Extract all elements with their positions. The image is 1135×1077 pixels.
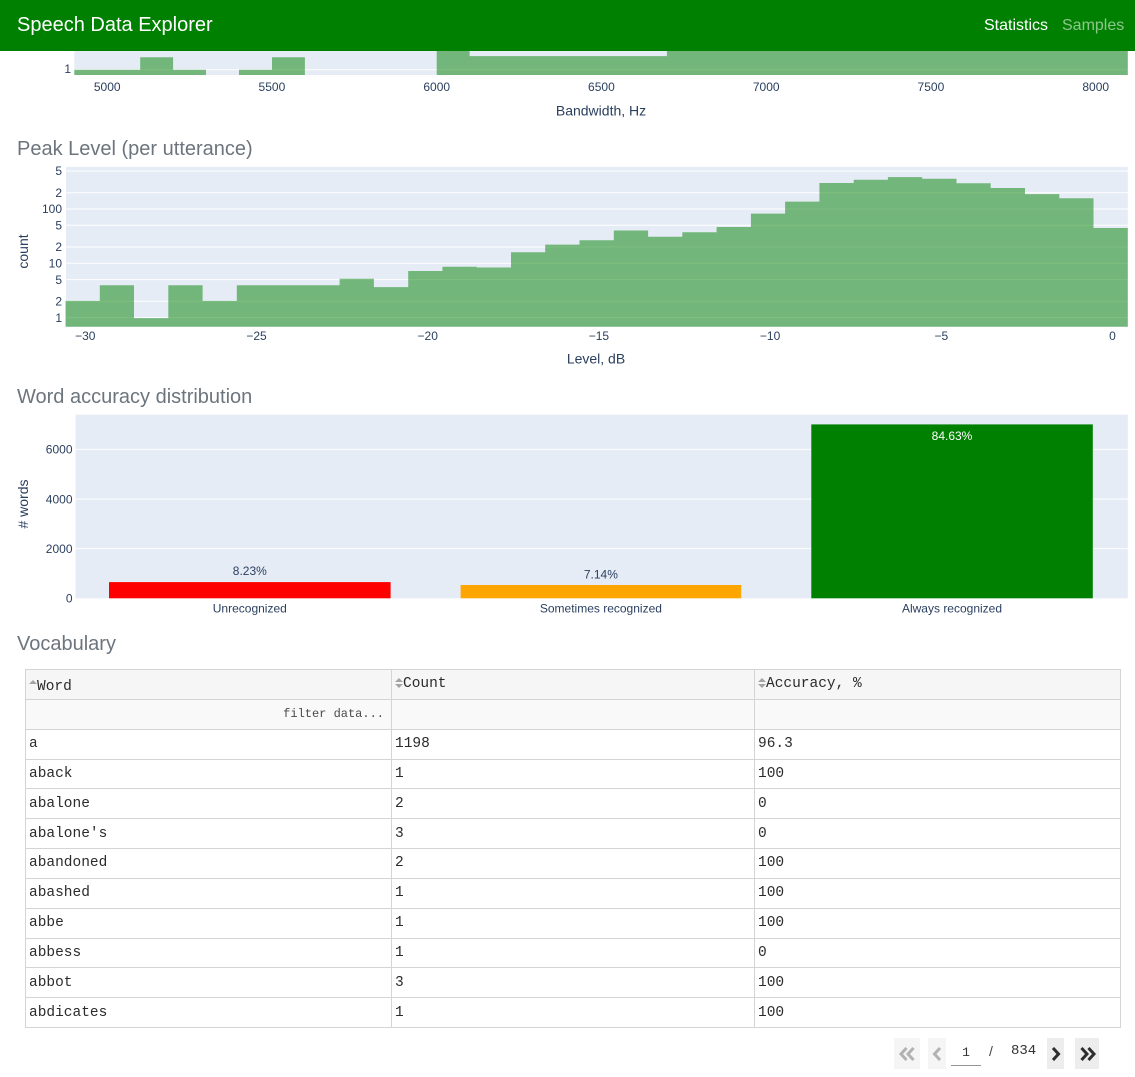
svg-text:5: 5: [55, 164, 62, 178]
svg-text:6000: 6000: [46, 443, 73, 457]
svg-text:2: 2: [55, 186, 62, 200]
svg-text:8000: 8000: [1082, 80, 1109, 94]
svg-text:6500: 6500: [588, 80, 615, 94]
svg-text:−5: −5: [934, 329, 948, 343]
svg-text:5000: 5000: [94, 80, 121, 94]
svg-text:−25: −25: [246, 329, 267, 343]
svg-text:2: 2: [55, 295, 62, 309]
svg-text:Level, dB: Level, dB: [567, 350, 625, 366]
svg-text:2000: 2000: [46, 542, 73, 556]
svg-text:Always recognized: Always recognized: [902, 601, 1002, 615]
svg-text:−20: −20: [418, 329, 439, 343]
svg-text:0: 0: [1109, 329, 1116, 343]
svg-text:count: count: [15, 234, 31, 268]
svg-text:−15: −15: [589, 329, 610, 343]
svg-text:Bandwidth, Hz: Bandwidth, Hz: [556, 103, 646, 119]
svg-text:1: 1: [55, 311, 62, 325]
svg-text:10: 10: [49, 257, 63, 271]
svg-text:6000: 6000: [423, 80, 450, 94]
svg-text:0: 0: [66, 592, 73, 606]
svg-text:7000: 7000: [753, 80, 780, 94]
svg-text:8.23%: 8.23%: [233, 564, 267, 578]
svg-text:# words: # words: [15, 479, 31, 528]
svg-text:84.63%: 84.63%: [932, 429, 973, 443]
svg-text:2: 2: [55, 240, 62, 254]
svg-text:4000: 4000: [46, 492, 73, 506]
svg-text:7.14%: 7.14%: [584, 568, 618, 582]
svg-text:7500: 7500: [918, 80, 945, 94]
svg-text:5: 5: [55, 273, 62, 287]
svg-text:100: 100: [42, 202, 62, 216]
svg-text:5: 5: [55, 219, 62, 233]
svg-text:5500: 5500: [259, 80, 286, 94]
svg-text:Unrecognized: Unrecognized: [213, 601, 287, 615]
svg-text:1: 1: [64, 62, 71, 76]
svg-text:−10: −10: [760, 329, 781, 343]
svg-text:−30: −30: [75, 329, 96, 343]
svg-text:Sometimes recognized: Sometimes recognized: [540, 601, 662, 615]
